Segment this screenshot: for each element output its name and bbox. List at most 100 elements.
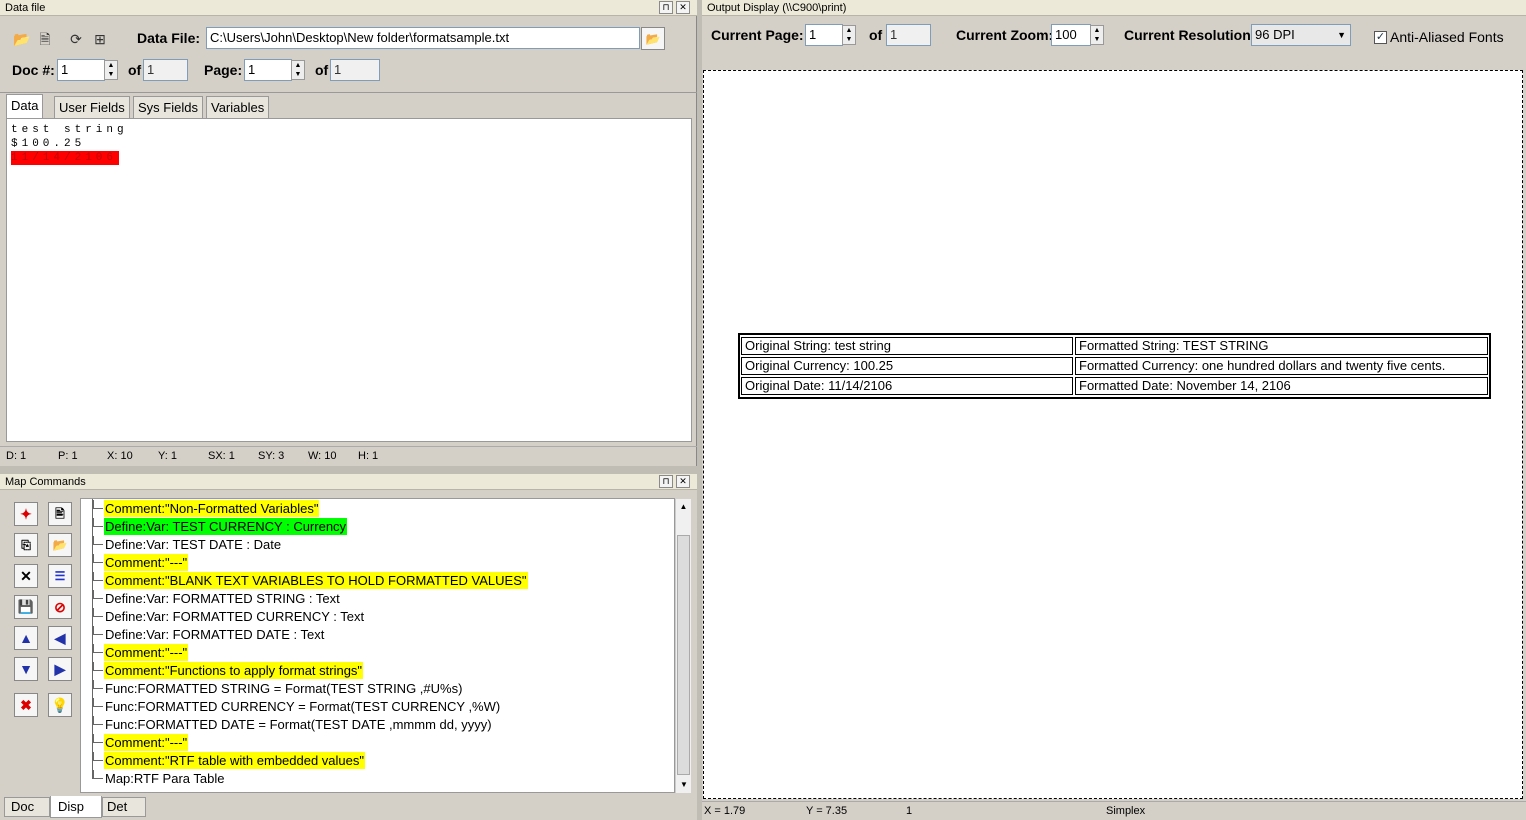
open-icon[interactable]: 📂 xyxy=(11,28,33,50)
tab-sys-fields[interactable]: Sys Fields xyxy=(133,96,203,118)
pin-icon[interactable]: ⊓ xyxy=(659,1,673,14)
data-file-label: Data File: xyxy=(137,30,201,46)
table-row: Original String: test string Formatted S… xyxy=(740,335,1489,355)
status-sx: SX: 1 xyxy=(208,450,235,462)
doc-spinner[interactable]: ▲ ▼ xyxy=(104,60,118,80)
status-y-coord: Y = 7.35 xyxy=(806,805,848,817)
zoom-spinner[interactable]: ▲ ▼ xyxy=(1090,25,1104,45)
tab-data[interactable]: Data xyxy=(6,94,44,118)
move-left-icon[interactable]: ◀ xyxy=(48,626,72,650)
status-x-coord: X = 1.79 xyxy=(704,805,746,817)
current-page-input[interactable]: 1 xyxy=(805,24,843,46)
move-right-icon[interactable]: ▶ xyxy=(48,657,72,681)
browse-folder-icon[interactable]: 📂 xyxy=(641,27,665,50)
zoom-input[interactable]: 100 xyxy=(1051,24,1091,46)
close-icon[interactable]: ✕ xyxy=(676,1,690,14)
open-map-icon[interactable]: 📂 xyxy=(48,533,72,557)
anti-aliased-label: Anti-Aliased Fonts xyxy=(1390,29,1504,45)
data-line: $100.25 xyxy=(11,138,86,150)
move-down-icon[interactable]: ▼ xyxy=(14,657,38,681)
current-page-spinner[interactable]: ▲ ▼ xyxy=(842,25,856,45)
status-p: P: 1 xyxy=(58,450,78,462)
data-view[interactable]: test string $100.25 11/14/2106 xyxy=(6,118,692,442)
bottom-tab-det[interactable]: Det xyxy=(102,797,146,817)
tree-row-text: Func:FORMATTED CURRENCY = Format(TEST CU… xyxy=(105,699,501,714)
status-page: 1 xyxy=(906,805,913,817)
edit-command-icon[interactable]: 🖹 xyxy=(48,502,72,526)
list-icon[interactable]: ☰ xyxy=(48,564,72,588)
tree-row-text: Comment:"Non-Formatted Variables" xyxy=(104,500,320,517)
data-line: test string xyxy=(11,124,128,136)
scroll-up-icon[interactable]: ▲ xyxy=(676,499,691,515)
add-command-icon[interactable]: ✦ xyxy=(14,502,38,526)
map-commands-tree[interactable]: Comment:"Non-Formatted Variables" Define… xyxy=(80,498,675,793)
output-page-canvas xyxy=(703,70,1523,799)
table-cell: Original Currency: 100.25 xyxy=(741,357,1073,375)
delete-command-icon[interactable]: ✕ xyxy=(14,564,38,588)
map-scrollbar[interactable]: ▲ ▼ xyxy=(675,499,691,793)
doc-number-input[interactable]: 1 xyxy=(57,59,105,81)
table-cell: Formatted String: TEST STRING xyxy=(1075,337,1488,355)
copy-command-icon[interactable]: ⎘ xyxy=(14,533,38,557)
vertical-splitter[interactable] xyxy=(697,0,702,820)
of-label: of xyxy=(869,27,883,43)
status-mode: Simplex xyxy=(1106,805,1146,817)
anti-aliased-checkbox[interactable]: ✓ xyxy=(1374,31,1387,44)
scroll-thumb[interactable] xyxy=(677,535,690,775)
data-file-panel: Data file ⊓ ✕ 📂 🗎 ⟳ ⊞ Data File: C:\User… xyxy=(0,0,697,466)
data-line-selected: 11/14/2106 xyxy=(11,151,120,165)
resolution-value: 96 DPI xyxy=(1255,27,1295,42)
page-of-label: of xyxy=(315,62,329,78)
page-label: Page: xyxy=(204,62,243,78)
tree-row-text: Define:Var: FORMATTED STRING : Text xyxy=(105,591,340,606)
refresh-icon[interactable]: ⟳ xyxy=(65,28,87,50)
tree-row-text: Func:FORMATTED DATE = Format(TEST DATE ,… xyxy=(105,717,492,732)
tree-icon[interactable]: ⊞ xyxy=(89,28,111,50)
doc-of-label: of xyxy=(128,62,142,78)
lightbulb-icon[interactable]: 💡 xyxy=(48,693,72,717)
table-row: Original Currency: 100.25 Formatted Curr… xyxy=(740,355,1489,375)
tree-row-text: Comment:"BLANK TEXT VARIABLES TO HOLD FO… xyxy=(104,572,528,589)
output-display-title: Output Display (\\C900\print) xyxy=(702,0,1526,16)
stop-icon[interactable]: ⊘ xyxy=(48,595,72,619)
resolution-label: Current Resolution: xyxy=(1124,27,1256,43)
data-file-panel-title: Data file xyxy=(0,0,697,16)
total-pages-field: 1 xyxy=(886,24,931,46)
scroll-down-icon[interactable]: ▼ xyxy=(676,777,692,793)
tab-variables[interactable]: Variables xyxy=(206,96,270,118)
tab-user-fields[interactable]: User Fields xyxy=(54,96,130,118)
bottom-tab-disp[interactable]: Disp xyxy=(50,796,102,818)
horizontal-splitter[interactable] xyxy=(0,466,697,474)
data-file-path-input[interactable]: C:\Users\John\Desktop\New folder\formats… xyxy=(206,27,640,49)
table-cell: Formatted Currency: one hundred dollars … xyxy=(1075,357,1488,375)
tree-row-text: Define:Var: FORMATTED CURRENCY : Text xyxy=(105,609,365,624)
page-spinner[interactable]: ▲ ▼ xyxy=(291,60,305,80)
status-y: Y: 1 xyxy=(158,450,177,462)
tree-row-text: Comment:"---" xyxy=(104,734,189,751)
close-icon[interactable]: ✕ xyxy=(676,475,690,488)
pin-icon[interactable]: ⊓ xyxy=(659,475,673,488)
move-up-icon[interactable]: ▲ xyxy=(14,626,38,650)
doc-total-field: 1 xyxy=(143,59,188,81)
chevron-down-icon: ▼ xyxy=(1337,30,1346,40)
tree-row-text: Define:Var: TEST DATE : Date xyxy=(105,537,282,552)
resolution-select[interactable]: 96 DPI ▼ xyxy=(1251,24,1351,46)
status-sy: SY: 3 xyxy=(258,450,285,462)
remove-icon[interactable]: ✖ xyxy=(14,693,38,717)
current-zoom-label: Current Zoom: xyxy=(956,27,1054,43)
save-icon[interactable]: 💾 xyxy=(14,595,38,619)
page-number-input[interactable]: 1 xyxy=(244,59,292,81)
output-status-bar: X = 1.79 Y = 7.35 1 Simplex xyxy=(702,801,1526,819)
table-row: Original Date: 11/14/2106 Formatted Date… xyxy=(740,375,1489,397)
rtf-table: Original String: test string Formatted S… xyxy=(738,333,1491,399)
page-total-field: 1 xyxy=(330,59,380,81)
tree-row-text: Define:Var: FORMATTED DATE : Text xyxy=(105,627,325,642)
bottom-tab-doc[interactable]: Doc xyxy=(4,797,50,817)
tree-row-text: Map:RTF Para Table xyxy=(105,771,225,786)
status-d: D: 1 xyxy=(6,450,27,462)
properties-icon[interactable]: 🗎 xyxy=(34,28,56,50)
doc-label: Doc #: xyxy=(12,62,55,78)
tree-row-text: Comment:"---" xyxy=(104,554,189,571)
toolbar-divider xyxy=(0,92,697,93)
table-cell: Original String: test string xyxy=(741,337,1073,355)
